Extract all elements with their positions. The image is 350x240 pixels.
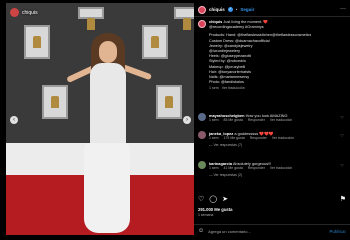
comment-like-heart-icon[interactable]: ♡ — [340, 163, 344, 168]
comment-body: mayrahoschelgben How you look AMAZING 1 … — [209, 113, 337, 123]
comment-likes[interactable]: 41 Me gusta — [224, 166, 243, 170]
image-username: chiquis — [22, 9, 38, 16]
caption-avatar[interactable] — [198, 20, 206, 28]
comment-meta: 1 sem 85 Me gusta Responder Ver traducci… — [209, 118, 337, 123]
add-comment-bar: ☺ Agrega un comentario... Publicar — [194, 224, 350, 237]
translation-link[interactable]: Ver traducción — [270, 166, 292, 170]
bookmark-icon[interactable]: ⚑ — [340, 196, 346, 204]
comment-meta: 1 sem 179 Me gusta Responder Ver traducc… — [209, 136, 337, 141]
heart-icon[interactable]: ♡ — [198, 196, 204, 204]
likes-count[interactable]: 291.000 Me gusta — [198, 207, 232, 212]
comment-input[interactable]: Agrega un comentario... — [208, 229, 325, 234]
comment-like-heart-icon[interactable]: ♡ — [340, 115, 344, 120]
comment-time: 1 sem — [209, 166, 219, 170]
instagram-post-view: chiquis ‹ › chiquis ✓ • Seguir ··· chiqu… — [0, 0, 350, 240]
reply-button[interactable]: Responder — [248, 166, 265, 170]
grammy-frame — [174, 7, 194, 30]
comment-like-heart-icon[interactable]: ♡ — [340, 133, 344, 138]
caption-line: Products: Hand: @theflawlesskitchen@thef… — [209, 33, 312, 38]
author-username[interactable]: chiquis — [209, 7, 225, 12]
comment-time: 1 sem — [209, 118, 219, 122]
post-actions-bar: ♡ ◯ ➤ ⚑ — [198, 195, 346, 205]
post-date: 1 semana — [198, 213, 214, 217]
grammy-frame — [156, 85, 182, 119]
previous-image-button[interactable]: ‹ — [10, 116, 18, 124]
author-avatar[interactable] — [198, 5, 206, 14]
reply-button[interactable]: Responder — [250, 136, 267, 140]
person-dress-skirt — [84, 143, 130, 233]
comment-likes[interactable]: 85 Me gusta — [224, 118, 243, 122]
comment-meta: 1 sem 41 Me gusta Responder Ver traducci… — [209, 166, 337, 171]
comment-icon[interactable]: ◯ — [209, 196, 217, 204]
comment-body: janeka_lopez a goddesssss ❤️❤️❤️ 1 sem 1… — [209, 131, 337, 148]
person-face — [99, 41, 117, 63]
image-user-tag[interactable]: chiquis — [10, 8, 38, 17]
person-dress-top — [90, 63, 126, 153]
caption-translation-link[interactable]: Ver traducción — [222, 86, 245, 90]
caption-username[interactable]: chiquis — [209, 20, 222, 24]
avatar — [10, 8, 19, 17]
caption-line: Photo: @fandiskalos — [209, 80, 244, 85]
comment-item: janeka_lopez a goddesssss ❤️❤️❤️ 1 sem 1… — [198, 131, 346, 148]
grammy-frame — [142, 25, 168, 59]
translation-link[interactable]: Ver traducción — [272, 136, 294, 140]
caption-line: Just living the moment. ❤️ — [223, 20, 268, 24]
comment-item: karinagarcia Absolutely gorgeous!!! 1 se… — [198, 161, 346, 178]
comment-time: 1 sem — [209, 136, 219, 140]
verified-badge-icon: ✓ — [227, 7, 233, 12]
grammy-frame — [42, 85, 68, 119]
commenter-avatar[interactable] — [198, 131, 206, 139]
caption-time: 1 sem — [209, 86, 219, 91]
reply-button[interactable]: Responder — [248, 118, 265, 122]
post-header: chiquis ✓ • Seguir ··· — [194, 3, 350, 17]
caption-text: chiquis Just living the moment. ❤️ @reco… — [209, 20, 311, 92]
translation-link[interactable]: Ver traducción — [270, 118, 292, 122]
commenter-avatar[interactable] — [198, 113, 206, 121]
post-comment-button[interactable]: Publicar — [329, 229, 346, 234]
comment-likes[interactable]: 179 Me gusta — [224, 136, 245, 140]
grammy-frame — [24, 25, 50, 59]
more-options-icon[interactable]: ··· — [340, 6, 346, 12]
commenter-avatar[interactable] — [198, 161, 206, 169]
emoji-icon[interactable]: ☺ — [198, 228, 204, 234]
next-image-button[interactable]: › — [183, 116, 191, 124]
view-replies-link[interactable]: — Ver respuestas (2) — [209, 173, 337, 178]
post-side-panel: chiquis ✓ • Seguir ··· chiquis Just livi… — [194, 3, 350, 237]
post-caption: chiquis Just living the moment. ❤️ @reco… — [198, 20, 346, 92]
grammy-frame — [78, 7, 104, 30]
follow-button[interactable]: Seguir — [240, 7, 254, 12]
comment-item: mayrahoschelgben How you look AMAZING 1 … — [198, 113, 346, 123]
send-icon[interactable]: ➤ — [222, 196, 228, 204]
view-replies-link[interactable]: — Ver respuestas (7) — [209, 143, 337, 148]
separator-dot: • — [235, 7, 238, 12]
post-image[interactable]: chiquis ‹ › — [6, 3, 194, 235]
comment-body: karinagarcia Absolutely gorgeous!!! 1 se… — [209, 161, 337, 178]
